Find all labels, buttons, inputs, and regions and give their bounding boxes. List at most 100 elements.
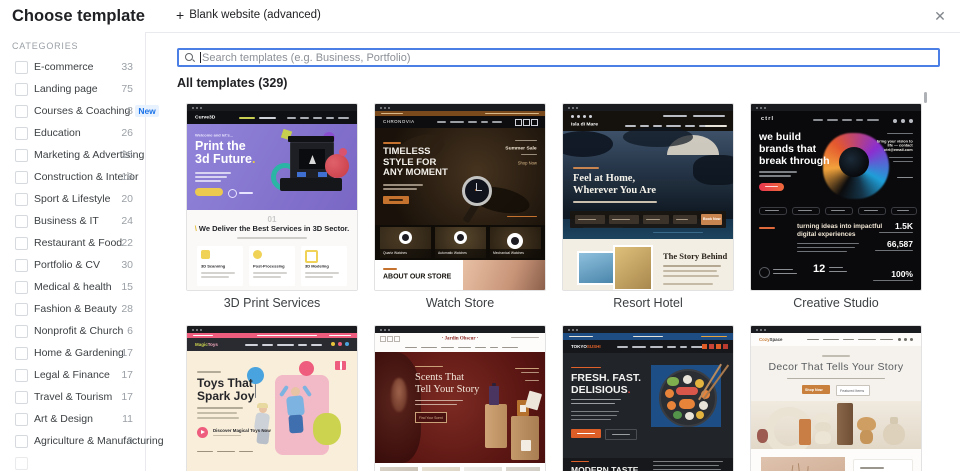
sidebar-item-home-gardening[interactable]: Home & Gardening 17 [0, 342, 145, 364]
pedestal [485, 404, 507, 448]
checkbox[interactable] [15, 302, 28, 316]
template-card-creative-studio[interactable]: ctrl we build brands that break through [750, 103, 922, 310]
wood-log [837, 403, 853, 445]
checkbox[interactable] [15, 148, 28, 162]
play-icon [197, 427, 208, 438]
mini-cta-button [383, 196, 409, 204]
template-thumbnail: MagicToys Toys That Spark Joy Discover M… [186, 325, 358, 471]
mini-cta-button: Shop Now [802, 385, 830, 394]
stat-value: 12 [813, 263, 826, 275]
checkbox[interactable] [15, 214, 28, 228]
template-thumbnail: Isla di Mare Feel at Home, Wherever You … [562, 103, 734, 291]
checkbox[interactable] [15, 434, 28, 448]
product-card-tilted [524, 390, 543, 411]
gallery-tile [506, 467, 540, 471]
section-heading: turning ideas into impactful digital exp… [797, 223, 883, 238]
template-thumbnail: ctrl we build brands that break through [750, 103, 922, 291]
sidebar-item-business[interactable]: Business & IT 24 [0, 210, 145, 232]
checkbox[interactable] [15, 390, 28, 404]
template-card-resort-hotel[interactable]: Isla di Mare Feel at Home, Wherever You … [562, 103, 734, 310]
browser-chrome [751, 326, 921, 333]
filament-flower [325, 154, 349, 178]
feature-image [761, 457, 845, 471]
checkbox[interactable] [15, 104, 28, 118]
sidebar-item-nonprofit[interactable]: Nonprofit & Church 6 [0, 320, 145, 342]
sidebar-item-courses-coaching[interactable]: Courses & Coaching New 8 [0, 100, 159, 122]
sushi-platter [659, 369, 717, 427]
sidebar-item-restaurant[interactable]: Restaurant & Food 22 [0, 232, 145, 254]
booking-bar: Book Now [570, 211, 726, 228]
sidebar-item-agriculture[interactable]: Agriculture & Manufacturing 9 [0, 430, 164, 452]
sidebar-item-art-design[interactable]: Art & Design 11 [0, 408, 145, 430]
mini-heading: we build brands that break through [759, 131, 830, 167]
search-input[interactable] [201, 51, 932, 64]
sidebar-item-legal[interactable]: Legal & Finance 17 [0, 364, 145, 386]
sidebar-item-partial[interactable] [0, 452, 145, 471]
gallery-tile [380, 467, 418, 471]
mini-cta-button: Find Your Scent [415, 412, 447, 423]
browser-chrome [187, 104, 357, 111]
template-card-3d-print[interactable]: Curve3D Welcome and let's... Print the 3… [186, 103, 358, 310]
mini-brand: Isla di Mare [571, 121, 598, 127]
checkbox[interactable] [15, 346, 28, 360]
gift-box [335, 361, 346, 370]
categories-sidebar: CATEGORIES E-commerce 33 Landing page 75 C… [0, 32, 164, 471]
browser-chrome [375, 104, 545, 111]
checkbox[interactable] [15, 412, 28, 426]
mini-heading: Decor That Tells Your Story [768, 361, 904, 373]
story-image [613, 245, 653, 290]
mini-cta-button [759, 183, 784, 191]
template-card-watch-store[interactable]: CHRONOVIA TIMELESS STYLE FOR ANY MOMENT … [374, 103, 546, 310]
scrollbar-thumb[interactable] [924, 92, 927, 103]
template-card-decor[interactable]: CozySpace Decor That Tells Your Story Sh… [750, 325, 922, 471]
search-box[interactable] [177, 48, 940, 67]
template-card-sushi[interactable]: TOKYOSUSHI FRESH. FAST. DELISIOUS. MODER… [562, 325, 734, 471]
browser-chrome [563, 326, 733, 333]
sidebar-item-travel[interactable]: Travel & Tourism 17 [0, 386, 145, 408]
checkbox[interactable] [15, 170, 28, 184]
sidebar-item-portfolio[interactable]: Portfolio & CV 30 [0, 254, 145, 276]
mini-brand: ctrl [761, 115, 775, 121]
sidebar-item-medical[interactable]: Medical & health 15 [0, 276, 145, 298]
checkbox[interactable] [15, 456, 28, 470]
checkbox[interactable] [15, 192, 28, 206]
page-title: Choose template [12, 7, 145, 25]
browser-chrome [187, 326, 357, 333]
checkbox[interactable] [15, 324, 28, 338]
checkbox[interactable] [15, 82, 28, 96]
sidebar-item-landing-page[interactable]: Landing page 75 [0, 78, 145, 100]
checkbox[interactable] [15, 60, 28, 74]
vase [757, 429, 768, 443]
feature-icon [201, 250, 210, 259]
categories-list: E-commerce 33 Landing page 75 Courses & Co… [0, 56, 164, 471]
mini-heading: TIMELESS STYLE FOR ANY MOMENT [383, 146, 448, 178]
blank-website-button[interactable]: + Blank website (advanced) [176, 8, 321, 22]
template-title: Creative Studio [793, 296, 879, 310]
mini-secondary-button [605, 429, 637, 440]
blank-website-label: Blank website (advanced) [189, 9, 321, 21]
sidebar-item-education[interactable]: Education 26 [0, 122, 145, 144]
gallery-tile [464, 467, 502, 471]
mini-brand: · Jardin Obscur · [441, 335, 479, 341]
sidebar-item-marketing[interactable]: Marketing & Advertising 25 [0, 144, 145, 166]
stat-value: 66,587 [887, 239, 913, 249]
close-icon[interactable]: ✕ [930, 6, 950, 26]
checkbox[interactable] [15, 368, 28, 382]
template-thumbnail: · Jardin Obscur · Scents That Tell Your … [374, 325, 546, 471]
checkbox[interactable] [15, 236, 28, 250]
product-card: Quartz Watches [380, 227, 431, 258]
product-card: Automatic Watches [435, 227, 486, 258]
sidebar-item-ecommerce[interactable]: E-commerce 33 [0, 56, 145, 78]
template-card-perfume[interactable]: · Jardin Obscur · Scents That Tell Your … [374, 325, 546, 471]
about-image [463, 260, 545, 290]
template-card-toys[interactable]: MagicToys Toys That Spark Joy Discover M… [186, 325, 358, 471]
sidebar-item-fashion[interactable]: Fashion & Beauty 28 [0, 298, 145, 320]
mini-cta-button [195, 188, 223, 196]
sidebar-item-sport[interactable]: Sport & Lifestyle 20 [0, 188, 145, 210]
checkbox[interactable] [15, 280, 28, 294]
mini-heading: Toys That Spark Joy [197, 376, 255, 403]
sidebar-item-construction[interactable]: Construction & Interior 16 [0, 166, 145, 188]
checkbox[interactable] [15, 258, 28, 272]
checkbox[interactable] [15, 126, 28, 140]
mini-heading: FRESH. FAST. DELISIOUS. [571, 372, 642, 396]
